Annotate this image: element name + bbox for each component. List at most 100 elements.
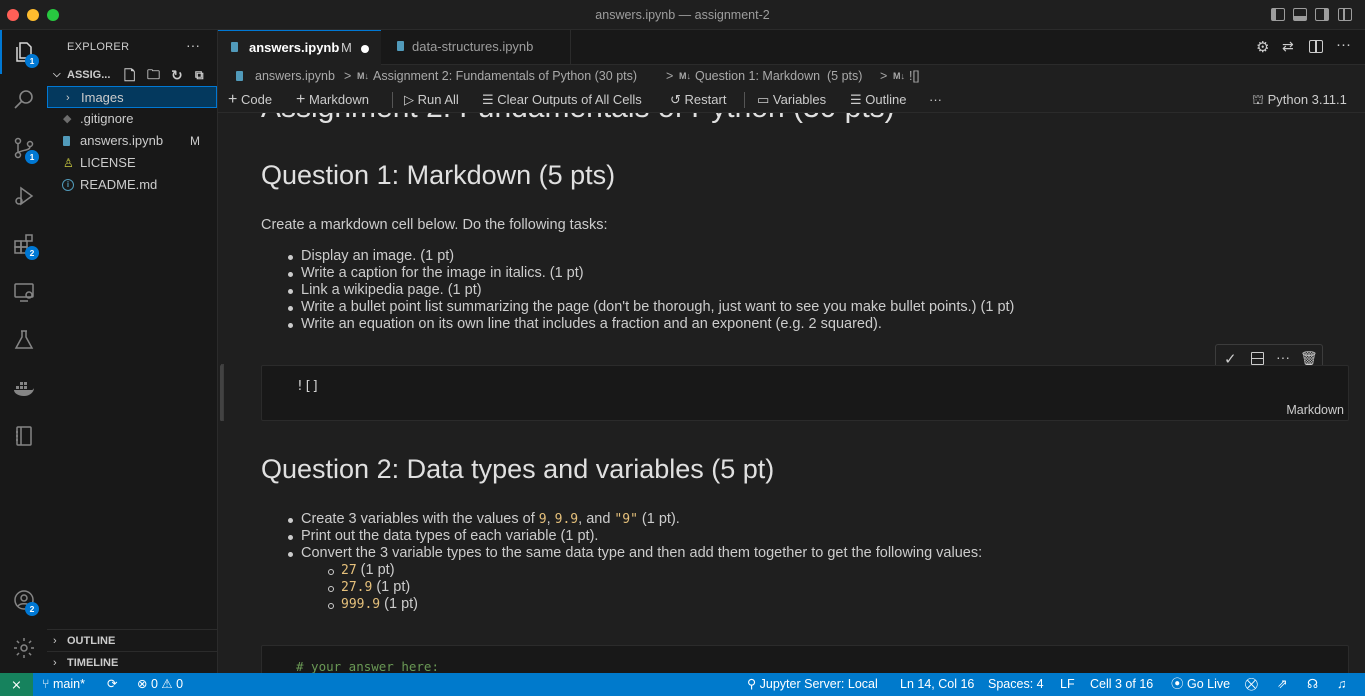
new-file-icon[interactable]: 🗋 — [124, 64, 135, 86]
sidebar-resize-sash[interactable] — [220, 365, 223, 421]
add-markdown-cell-button[interactable]: + Markdown — [296, 92, 369, 108]
error-count: 0 — [150, 677, 158, 691]
outline-button[interactable]: ☰ Outline — [850, 92, 906, 108]
code-cell-source[interactable]: # your answer here: — [296, 659, 439, 673]
run-all-button[interactable]: ▷ Run All — [404, 92, 459, 108]
go-live-button[interactable]: ⦿ Go Live — [1171, 676, 1230, 692]
timeline-section-header[interactable]: › TIMELINE — [47, 651, 217, 673]
breadcrumb-file[interactable]: answers.ipynb — [255, 65, 335, 87]
git-branch-button[interactable]: ⑂ main* — [42, 676, 85, 692]
split-cell-icon[interactable] — [1251, 352, 1264, 365]
open-changes-icon[interactable]: ⇄ — [1282, 38, 1294, 55]
chevron-right-icon: › — [53, 657, 57, 669]
breadcrumb-separator: > — [880, 69, 888, 83]
feedback-icon[interactable]: ☊ — [1307, 676, 1318, 692]
code-cell-editor[interactable]: # your answer here: — [261, 645, 1349, 673]
toggle-primary-sidebar-icon[interactable] — [1271, 8, 1285, 21]
remote-indicator-icon[interactable]: ⨯ — [0, 673, 33, 696]
explorer-more-icon[interactable]: ··· — [186, 37, 200, 53]
manage-gear-icon[interactable] — [0, 626, 47, 670]
testing-icon[interactable] — [0, 318, 47, 362]
editor-more-icon[interactable]: ··· — [1336, 36, 1351, 53]
extensions-icon[interactable]: 2 — [0, 222, 47, 266]
clear-all-icon: ☰ — [482, 92, 494, 107]
question2-task-list: Create 3 variables with the values of 9,… — [287, 511, 983, 562]
text: (1 pt) — [380, 596, 419, 612]
customize-layout-icon[interactable] — [1338, 8, 1352, 21]
cell-more-icon[interactable]: ··· — [1276, 349, 1290, 365]
tree-item-readme[interactable]: i README.md — [47, 174, 217, 196]
indentation-button[interactable]: Spaces: 4 — [988, 676, 1044, 692]
toggle-panel-icon[interactable] — [1293, 8, 1307, 21]
add-markdown-label: Markdown — [308, 92, 369, 107]
list-item: 999.9 (1 pt) — [327, 596, 419, 613]
breadcrumb-cell[interactable]: ![] — [909, 65, 919, 87]
outline-label: Outline — [865, 92, 907, 107]
tab-answers-ipynb[interactable]: answers.ipynb M — [218, 30, 381, 65]
variables-button[interactable]: ▭ Variables — [757, 92, 826, 108]
question1-task-list: Display an image. (1 pt) Write a caption… — [287, 248, 1014, 333]
timeline-label: TIMELINE — [67, 657, 119, 669]
tree-item-label: answers.ipynb — [80, 133, 164, 148]
remote-explorer-icon[interactable] — [0, 270, 47, 314]
copilot-icon[interactable]: ⛒ — [1245, 676, 1258, 692]
tab-modified-badge: M — [341, 40, 352, 55]
source-control-icon[interactable]: 1 — [0, 126, 47, 170]
list-item: Convert the 3 variable types to the same… — [287, 545, 983, 561]
workspace-folder-header[interactable]: ⌵ ASSIG... 🗋 🗀 ↻ ⧉ — [47, 64, 217, 86]
notifications-bell-icon[interactable]: ♫ — [1337, 676, 1346, 692]
cell-position-button[interactable]: Cell 3 of 16 — [1090, 676, 1153, 692]
notebook-file-icon — [236, 71, 243, 81]
jupyter-server-label: Jupyter Server: Local — [759, 677, 878, 691]
accounts-icon[interactable]: 2 — [0, 578, 47, 622]
new-folder-icon[interactable]: 🗀 — [147, 64, 160, 86]
breadcrumb-section-assignment[interactable]: Assignment 2: Fundamentals of Python (30… — [373, 65, 637, 87]
tab-label: data-structures.ipynb — [412, 39, 534, 54]
text: (1 pt) — [372, 579, 411, 595]
workspace-folder-name: ASSIG... — [67, 69, 111, 81]
run-and-debug-icon[interactable] — [0, 174, 47, 218]
sync-icon[interactable]: ⟳ — [107, 676, 117, 692]
tree-item-license[interactable]: ♙ LICENSE — [47, 152, 217, 174]
toolbar-more-icon[interactable]: ··· — [929, 92, 942, 108]
jupyter-notebook-icon[interactable] — [0, 414, 47, 458]
explorer-icon[interactable]: 1 — [0, 30, 47, 74]
breadcrumb-section-question1[interactable]: Question 1: Markdown (5 pts) — [695, 65, 862, 87]
collapse-all-icon[interactable]: ⧉ — [195, 64, 204, 86]
toggle-secondary-sidebar-icon[interactable] — [1315, 8, 1329, 21]
unsaved-dot-icon[interactable] — [361, 45, 369, 53]
kernel-picker-button[interactable]: ⛫ Python 3.11.1 — [1252, 92, 1347, 108]
kernel-icon: ⛫ — [1252, 92, 1264, 107]
tree-item-answers-notebook[interactable]: answers.ipynb M — [47, 130, 217, 152]
cell-language-label[interactable]: Markdown — [1286, 403, 1344, 417]
activity-bar: 1 1 2 2 — [0, 30, 47, 673]
search-icon[interactable] — [0, 78, 47, 122]
live-share-icon[interactable]: ⇗ — [1277, 676, 1287, 692]
text: (1 pt) — [356, 562, 395, 578]
cursor-position-button[interactable]: Ln 14, Col 16 — [900, 676, 974, 692]
restart-kernel-button[interactable]: ↺ Restart — [670, 92, 726, 108]
chevron-right-icon: › — [66, 92, 70, 104]
inline-code: 9.9 — [554, 512, 579, 527]
markdown-icon: M↓ — [893, 71, 905, 81]
docker-icon[interactable] — [0, 366, 47, 410]
markdown-cell-source[interactable]: ![] — [296, 379, 319, 394]
editor-tabs: answers.ipynb M data-structures.ipynb ⚙ … — [218, 30, 1365, 65]
tree-item-gitignore[interactable]: ◆ .gitignore — [47, 108, 217, 130]
tab-data-structures-ipynb[interactable]: data-structures.ipynb — [381, 30, 571, 65]
problems-button[interactable]: ⊗ 0 ⚠ 0 — [137, 676, 183, 692]
tree-item-images-folder[interactable]: › Images — [47, 86, 217, 108]
inline-code: 999.9 — [341, 597, 381, 612]
notebook-scrollbar[interactable] — [1351, 113, 1365, 673]
markdown-cell-editor[interactable]: ![] Markdown — [261, 365, 1349, 421]
clear-outputs-button[interactable]: ☰ Clear Outputs of All Cells — [482, 92, 642, 108]
jupyter-server-button[interactable]: ⚲ Jupyter Server: Local — [747, 676, 878, 692]
outline-section-header[interactable]: › OUTLINE — [47, 629, 217, 651]
end-of-line-button[interactable]: LF — [1060, 676, 1075, 692]
split-editor-icon[interactable] — [1309, 40, 1323, 53]
refresh-icon[interactable]: ↻ — [171, 64, 183, 86]
text: , — [546, 511, 555, 527]
plus-icon: + — [228, 91, 238, 108]
add-code-cell-button[interactable]: + Code — [228, 92, 272, 108]
settings-gear-icon[interactable]: ⚙ — [1256, 38, 1269, 56]
